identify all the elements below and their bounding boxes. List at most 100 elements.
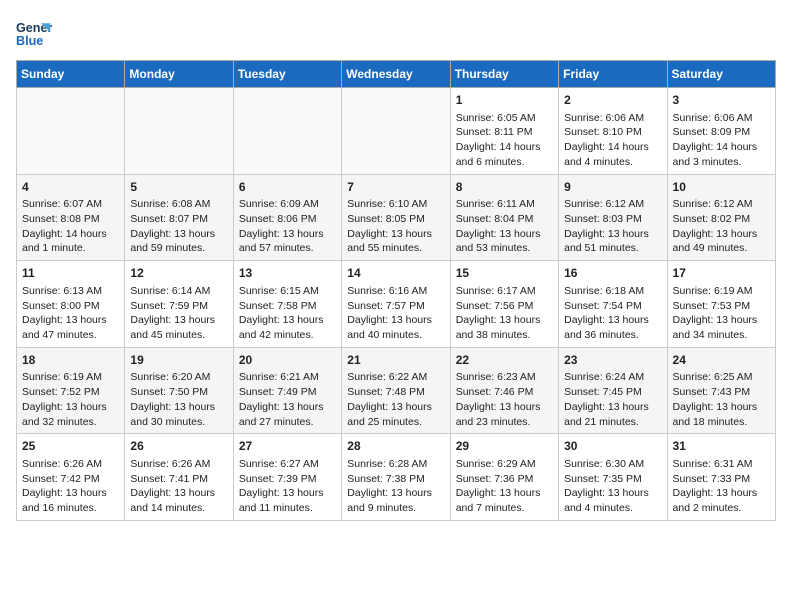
day-number: 1	[456, 92, 553, 109]
calendar-body: 1Sunrise: 6:05 AM Sunset: 8:11 PM Daylig…	[17, 88, 776, 521]
day-number: 10	[673, 179, 770, 196]
day-info: Sunrise: 6:09 AM Sunset: 8:06 PM Dayligh…	[239, 197, 336, 256]
calendar-cell: 19Sunrise: 6:20 AM Sunset: 7:50 PM Dayli…	[125, 347, 233, 434]
day-number: 23	[564, 352, 661, 369]
week-row-2: 4Sunrise: 6:07 AM Sunset: 8:08 PM Daylig…	[17, 174, 776, 261]
day-info: Sunrise: 6:12 AM Sunset: 8:02 PM Dayligh…	[673, 197, 770, 256]
calendar-header: SundayMondayTuesdayWednesdayThursdayFrid…	[17, 61, 776, 88]
day-number: 22	[456, 352, 553, 369]
day-info: Sunrise: 6:28 AM Sunset: 7:38 PM Dayligh…	[347, 457, 444, 516]
calendar-cell: 22Sunrise: 6:23 AM Sunset: 7:46 PM Dayli…	[450, 347, 558, 434]
day-number: 3	[673, 92, 770, 109]
day-info: Sunrise: 6:15 AM Sunset: 7:58 PM Dayligh…	[239, 284, 336, 343]
day-info: Sunrise: 6:13 AM Sunset: 8:00 PM Dayligh…	[22, 284, 119, 343]
day-number: 17	[673, 265, 770, 282]
calendar-cell: 7Sunrise: 6:10 AM Sunset: 8:05 PM Daylig…	[342, 174, 450, 261]
day-info: Sunrise: 6:25 AM Sunset: 7:43 PM Dayligh…	[673, 370, 770, 429]
day-number: 13	[239, 265, 336, 282]
calendar-cell	[342, 88, 450, 175]
day-info: Sunrise: 6:16 AM Sunset: 7:57 PM Dayligh…	[347, 284, 444, 343]
header: General Blue	[16, 16, 776, 52]
calendar-cell: 23Sunrise: 6:24 AM Sunset: 7:45 PM Dayli…	[559, 347, 667, 434]
day-info: Sunrise: 6:29 AM Sunset: 7:36 PM Dayligh…	[456, 457, 553, 516]
day-number: 19	[130, 352, 227, 369]
day-info: Sunrise: 6:30 AM Sunset: 7:35 PM Dayligh…	[564, 457, 661, 516]
calendar-cell: 24Sunrise: 6:25 AM Sunset: 7:43 PM Dayli…	[667, 347, 775, 434]
day-info: Sunrise: 6:12 AM Sunset: 8:03 PM Dayligh…	[564, 197, 661, 256]
calendar-cell	[17, 88, 125, 175]
calendar-cell	[125, 88, 233, 175]
day-number: 16	[564, 265, 661, 282]
calendar-cell: 12 Sunrise: 6:14 AM Sunset: 7:59 PM Dayli…	[125, 261, 233, 348]
calendar-cell: 20Sunrise: 6:21 AM Sunset: 7:49 PM Dayli…	[233, 347, 341, 434]
day-info: Sunrise: 6:31 AM Sunset: 7:33 PM Dayligh…	[673, 457, 770, 516]
calendar-cell: 21Sunrise: 6:22 AM Sunset: 7:48 PM Dayli…	[342, 347, 450, 434]
day-info: Sunrise: 6:19 AM Sunset: 7:53 PM Dayligh…	[673, 284, 770, 343]
day-info: Sunrise: 6:06 AM Sunset: 8:10 PM Dayligh…	[564, 111, 661, 170]
calendar-cell: 1Sunrise: 6:05 AM Sunset: 8:11 PM Daylig…	[450, 88, 558, 175]
day-info: Sunrise: 6:26 AM Sunset: 7:41 PM Dayligh…	[130, 457, 227, 516]
day-info: Sunrise: 6:11 AM Sunset: 8:04 PM Dayligh…	[456, 197, 553, 256]
calendar-cell: 18Sunrise: 6:19 AM Sunset: 7:52 PM Dayli…	[17, 347, 125, 434]
calendar-cell: 2 Sunrise: 6:06 AM Sunset: 8:10 PM Daylig…	[559, 88, 667, 175]
calendar-cell	[233, 88, 341, 175]
day-number: 27	[239, 438, 336, 455]
calendar-cell: 9Sunrise: 6:12 AM Sunset: 8:03 PM Daylig…	[559, 174, 667, 261]
day-info: Sunrise: 6:21 AM Sunset: 7:49 PM Dayligh…	[239, 370, 336, 429]
calendar-cell: 13 Sunrise: 6:15 AM Sunset: 7:58 PM Dayli…	[233, 261, 341, 348]
calendar-table: SundayMondayTuesdayWednesdayThursdayFrid…	[16, 60, 776, 521]
day-number: 12	[130, 265, 227, 282]
day-number: 24	[673, 352, 770, 369]
day-info: Sunrise: 6:26 AM Sunset: 7:42 PM Dayligh…	[22, 457, 119, 516]
calendar-cell: 16 Sunrise: 6:18 AM Sunset: 7:54 PM Dayli…	[559, 261, 667, 348]
day-number: 26	[130, 438, 227, 455]
day-number: 4	[22, 179, 119, 196]
day-number: 21	[347, 352, 444, 369]
day-number: 29	[456, 438, 553, 455]
calendar-cell: 15Sunrise: 6:17 AM Sunset: 7:56 PM Dayli…	[450, 261, 558, 348]
day-info: Sunrise: 6:17 AM Sunset: 7:56 PM Dayligh…	[456, 284, 553, 343]
day-number: 25	[22, 438, 119, 455]
day-info: Sunrise: 6:14 AM Sunset: 7:59 PM Dayligh…	[130, 284, 227, 343]
day-info: Sunrise: 6:18 AM Sunset: 7:54 PM Dayligh…	[564, 284, 661, 343]
logo: General Blue	[16, 16, 52, 52]
day-number: 11	[22, 265, 119, 282]
calendar-cell: 4Sunrise: 6:07 AM Sunset: 8:08 PM Daylig…	[17, 174, 125, 261]
day-info: Sunrise: 6:27 AM Sunset: 7:39 PM Dayligh…	[239, 457, 336, 516]
column-header-sunday: Sunday	[17, 61, 125, 88]
column-header-wednesday: Wednesday	[342, 61, 450, 88]
calendar-cell: 3 Sunrise: 6:06 AM Sunset: 8:09 PM Daylig…	[667, 88, 775, 175]
day-info: Sunrise: 6:19 AM Sunset: 7:52 PM Dayligh…	[22, 370, 119, 429]
day-number: 20	[239, 352, 336, 369]
column-header-saturday: Saturday	[667, 61, 775, 88]
calendar-cell: 27 Sunrise: 6:27 AM Sunset: 7:39 PM Dayli…	[233, 434, 341, 521]
column-header-thursday: Thursday	[450, 61, 558, 88]
calendar-cell: 26 Sunrise: 6:26 AM Sunset: 7:41 PM Dayli…	[125, 434, 233, 521]
day-number: 2	[564, 92, 661, 109]
week-row-1: 1Sunrise: 6:05 AM Sunset: 8:11 PM Daylig…	[17, 88, 776, 175]
day-number: 5	[130, 179, 227, 196]
column-header-tuesday: Tuesday	[233, 61, 341, 88]
day-info: Sunrise: 6:24 AM Sunset: 7:45 PM Dayligh…	[564, 370, 661, 429]
week-row-3: 11 Sunrise: 6:13 AM Sunset: 8:00 PM Dayli…	[17, 261, 776, 348]
day-number: 31	[673, 438, 770, 455]
calendar-cell: 28Sunrise: 6:28 AM Sunset: 7:38 PM Dayli…	[342, 434, 450, 521]
day-info: Sunrise: 6:07 AM Sunset: 8:08 PM Dayligh…	[22, 197, 119, 256]
day-number: 6	[239, 179, 336, 196]
calendar-cell: 6Sunrise: 6:09 AM Sunset: 8:06 PM Daylig…	[233, 174, 341, 261]
day-info: Sunrise: 6:10 AM Sunset: 8:05 PM Dayligh…	[347, 197, 444, 256]
header-row: SundayMondayTuesdayWednesdayThursdayFrid…	[17, 61, 776, 88]
logo-icon: General Blue	[16, 16, 52, 52]
day-info: Sunrise: 6:22 AM Sunset: 7:48 PM Dayligh…	[347, 370, 444, 429]
day-number: 30	[564, 438, 661, 455]
day-info: Sunrise: 6:06 AM Sunset: 8:09 PM Dayligh…	[673, 111, 770, 170]
day-number: 9	[564, 179, 661, 196]
calendar-cell: 5Sunrise: 6:08 AM Sunset: 8:07 PM Daylig…	[125, 174, 233, 261]
column-header-friday: Friday	[559, 61, 667, 88]
svg-text:Blue: Blue	[16, 34, 43, 48]
day-number: 8	[456, 179, 553, 196]
day-number: 18	[22, 352, 119, 369]
week-row-5: 25 Sunrise: 6:26 AM Sunset: 7:42 PM Dayli…	[17, 434, 776, 521]
calendar-cell: 25 Sunrise: 6:26 AM Sunset: 7:42 PM Dayli…	[17, 434, 125, 521]
calendar-cell: 31 Sunrise: 6:31 AM Sunset: 7:33 PM Dayli…	[667, 434, 775, 521]
